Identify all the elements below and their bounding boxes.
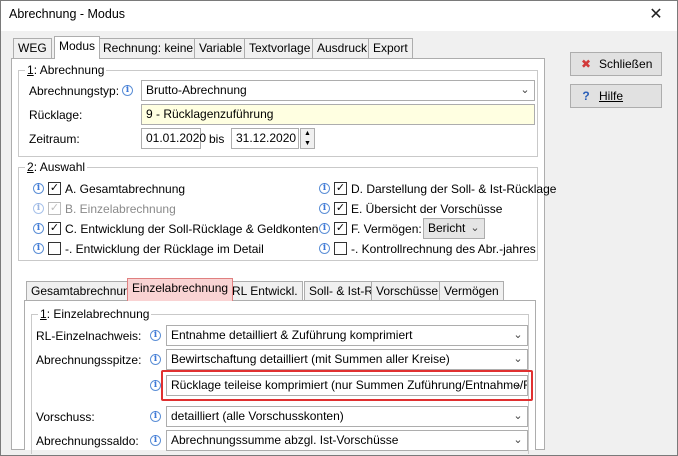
tab-ausdruck[interactable]: Ausdruck xyxy=(312,38,373,58)
tab-vermoegen[interactable]: Vermögen xyxy=(439,281,504,301)
info-icon[interactable]: i xyxy=(150,435,161,446)
abrechnungssaldo-label: Abrechnungssaldo: xyxy=(36,434,139,448)
info-icon[interactable]: i xyxy=(150,330,161,341)
einzelabrechnung-panel: 1: Einzelabrechnung RL-Einzelnachweis: i… xyxy=(24,300,536,454)
chevron-down-icon: ⌄ xyxy=(513,410,523,422)
chevron-down-icon: ⌄ xyxy=(470,222,480,234)
tab-rl-entwicklung[interactable]: RL Entwickl. xyxy=(227,281,303,301)
bis-label: bis xyxy=(209,132,225,146)
checkbox-label: -. Entwicklung der Rücklage im Detail xyxy=(65,242,264,256)
info-icon: i xyxy=(33,203,44,214)
ruecklage-label: Rücklage: xyxy=(29,108,83,122)
abrechnungstyp-select[interactable]: Brutto-Abrechnung ⌄ xyxy=(141,80,535,101)
tab-rechnung[interactable]: Rechnung: keine xyxy=(98,38,199,58)
checkbox-label: C. Entwicklung der Soll-Rücklage & Geldk… xyxy=(65,222,319,236)
rl-einzelnachweis-label: RL-Einzelnachweis: xyxy=(36,329,142,343)
rl-einzelnachweis-select[interactable]: Entnahme detailliert & Zuführung komprim… xyxy=(166,325,528,346)
highlight-frame xyxy=(161,370,533,401)
info-icon[interactable]: i xyxy=(319,183,330,194)
checkbox-einzelabrechnung: ✓ xyxy=(48,202,61,215)
info-icon[interactable]: i xyxy=(33,223,44,234)
checkbox-soll-ruecklage[interactable]: ✓ xyxy=(48,222,61,235)
hilfe-button[interactable]: ? Hilfe xyxy=(570,84,662,108)
info-icon[interactable]: i xyxy=(122,85,133,96)
tab-weg[interactable]: WEG xyxy=(13,38,52,58)
vorschuss-label: Vorschuss: xyxy=(36,410,95,424)
chevron-down-icon[interactable]: ▼ xyxy=(301,139,314,149)
group-title-abrechnung: 1: Abrechnung xyxy=(25,63,107,77)
chevron-down-icon: ⌄ xyxy=(520,84,530,96)
checkbox-label: E. Übersicht der Vorschüsse xyxy=(351,202,503,216)
title-bar: Abrechnung - Modus ✕ xyxy=(1,1,677,31)
info-icon[interactable]: i xyxy=(33,183,44,194)
tab-textvorlage[interactable]: Textvorlage xyxy=(244,38,316,58)
info-icon[interactable]: i xyxy=(33,243,44,254)
zeitraum-label: Zeitraum: xyxy=(29,132,80,146)
abrechnungstyp-label: Abrechnungstyp: xyxy=(29,84,120,98)
group-title-auswahl: 2: Auswahl xyxy=(25,160,88,174)
tab-modus[interactable]: Modus xyxy=(54,36,101,59)
chevron-down-icon: ⌄ xyxy=(513,329,523,341)
vermoegen-select[interactable]: Bericht ⌄ xyxy=(423,218,485,239)
close-icon[interactable]: ✕ xyxy=(635,1,677,31)
group-title-einzelabrechnung: 1: Einzelabrechnung xyxy=(38,307,152,321)
info-icon[interactable]: i xyxy=(150,354,161,365)
checkbox-label: D. Darstellung der Soll- & Ist-Rücklage xyxy=(351,182,557,196)
checkbox-label: F. Vermögen: xyxy=(351,222,422,236)
modus-panel: 1: Abrechnung Abrechnungstyp: i Brutto-A… xyxy=(11,58,556,454)
group-auswahl: 2: Auswahl i ✓ A. Gesamtabrechnung i ✓ B… xyxy=(18,160,556,261)
ruecklage-field[interactable]: 9 - Rücklagenzuführung xyxy=(141,104,535,125)
chevron-down-icon: ⌄ xyxy=(513,434,523,446)
checkbox-label: B. Einzelabrechnung xyxy=(65,202,176,216)
checkbox-vermoegen[interactable]: ✓ xyxy=(334,222,347,235)
schliessen-button[interactable]: ✖ Schließen xyxy=(570,52,662,76)
zeitraum-bis-field[interactable]: 31.12.2020 xyxy=(231,128,299,149)
checkbox-vorschuesse[interactable]: ✓ xyxy=(334,202,347,215)
zeitraum-von-field[interactable]: 01.01.2020 xyxy=(141,128,206,149)
chevron-down-icon: ⌄ xyxy=(513,353,523,365)
info-icon[interactable]: i xyxy=(319,223,330,234)
vorschuss-select[interactable]: detailliert (alle Vorschusskonten) ⌄ xyxy=(166,406,528,427)
group-einzelabrechnung: 1: Einzelabrechnung RL-Einzelnachweis: i… xyxy=(31,307,533,454)
group-abrechnung: 1: Abrechnung Abrechnungstyp: i Brutto-A… xyxy=(18,63,538,157)
zeitraum-spinner[interactable]: ▲ ▼ xyxy=(300,128,315,149)
checkbox-soll-ist[interactable]: ✓ xyxy=(334,182,347,195)
abrechnungsspitze-select[interactable]: Bewirtschaftung detailliert (mit Summen … xyxy=(166,349,528,370)
tab-export[interactable]: Export xyxy=(368,38,413,58)
abrechnungsspitze-label: Abrechnungsspitze: xyxy=(36,353,142,367)
info-icon[interactable]: i xyxy=(150,411,161,422)
tab-einzelabrechnung[interactable]: Einzelabrechnung xyxy=(127,278,234,301)
abrechnungssaldo-select[interactable]: Abrechnungssumme abzgl. Ist-Vorschüsse ⌄ xyxy=(166,430,528,451)
tab-gesamtabrechnung[interactable]: Gesamtabrechnung xyxy=(26,281,142,301)
window-title: Abrechnung - Modus xyxy=(9,7,126,21)
info-icon[interactable]: i xyxy=(319,203,330,214)
help-icon: ? xyxy=(582,89,590,103)
info-icon[interactable]: i xyxy=(319,243,330,254)
checkbox-kontrollrechnung[interactable] xyxy=(334,242,347,255)
chevron-up-icon[interactable]: ▲ xyxy=(301,129,314,139)
tab-vorschuesse[interactable]: Vorschüsse xyxy=(371,281,444,301)
checkbox-ruecklage-detail[interactable] xyxy=(48,242,61,255)
checkbox-gesamtabrechnung[interactable]: ✓ xyxy=(48,182,61,195)
dialog-window: Abrechnung - Modus ✕ WEG Modus Rechnung:… xyxy=(0,0,678,456)
checkbox-label: A. Gesamtabrechnung xyxy=(65,182,186,196)
checkbox-label: -. Kontrollrechnung des Abr.-jahres xyxy=(351,242,536,256)
info-icon[interactable]: i xyxy=(150,380,161,391)
close-red-icon: ✖ xyxy=(580,57,592,71)
tab-variable[interactable]: Variable xyxy=(194,38,248,58)
